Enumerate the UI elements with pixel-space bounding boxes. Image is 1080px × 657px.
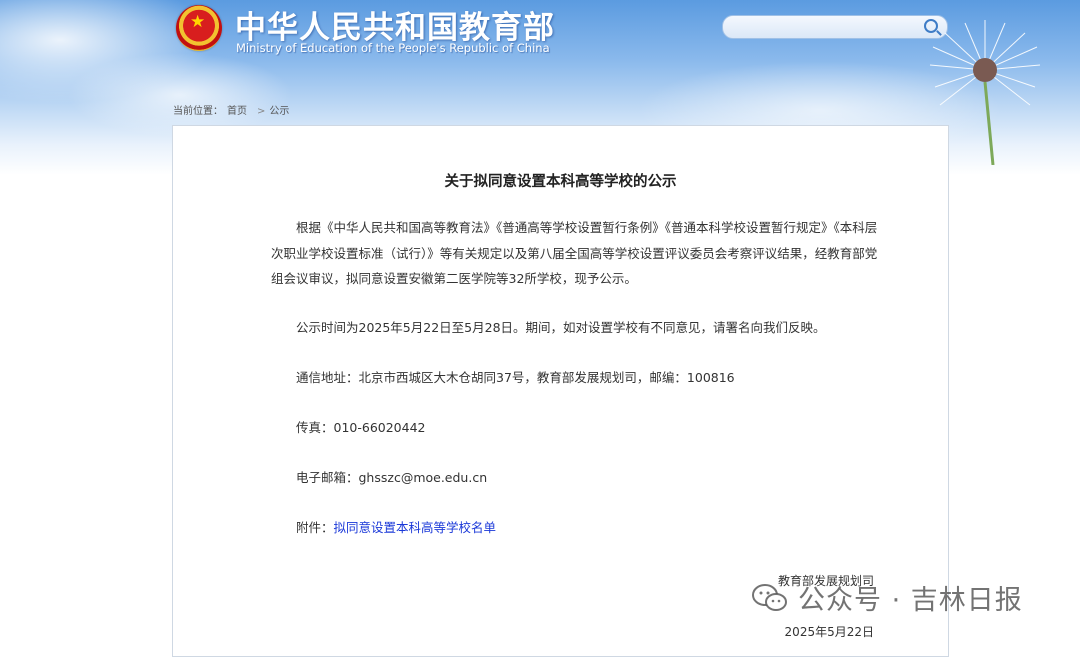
article-paragraph-period: 公示时间为2025年5月22日至5月28日。期间，如对设置学校有不同意见，请署名… bbox=[296, 320, 826, 335]
attachment-label: 附件： bbox=[296, 520, 334, 535]
signature-date: 2025年5月22日 bbox=[784, 625, 874, 639]
breadcrumb-label: 当前位置： bbox=[173, 106, 223, 117]
watermark-text: 公众号 · 吉林日报 bbox=[798, 585, 1023, 616]
attachment-link[interactable]: 拟同意设置本科高等学校名单 bbox=[334, 520, 497, 535]
article-paragraph-address: 通信地址：北京市西城区大木仓胡同37号，教育部发展规划司，邮编：100816 bbox=[296, 370, 735, 385]
wechat-icon bbox=[752, 583, 787, 611]
article-paragraph-email: 电子邮箱：ghsszc@moe.edu.cn bbox=[296, 470, 488, 485]
article-paragraph-attachment: 附件：拟同意设置本科高等学校名单 bbox=[271, 515, 881, 541]
breadcrumb: 当前位置： 首页 > 公示 bbox=[173, 102, 293, 117]
star-icon: ★ bbox=[190, 12, 206, 32]
breadcrumb-current[interactable]: 公示 bbox=[269, 106, 289, 117]
watermark: 公众号 · 吉林日报 bbox=[752, 578, 1023, 617]
national-emblem-logo: ★ bbox=[176, 5, 222, 51]
article-title: 关于拟同意设置本科高等学校的公示 bbox=[444, 174, 677, 190]
article-paragraph-basis: 根据《中华人民共和国高等教育法》《普通高等学校设置暂行条例》《普通本科学校设置暂… bbox=[271, 220, 878, 286]
breadcrumb-home-link[interactable]: 首页 bbox=[227, 106, 247, 117]
site-subtitle: Ministry of Education of the People's Re… bbox=[236, 41, 550, 55]
article-paragraph-fax: 传真：010-66020442 bbox=[296, 420, 426, 435]
breadcrumb-separator: > bbox=[257, 106, 266, 117]
